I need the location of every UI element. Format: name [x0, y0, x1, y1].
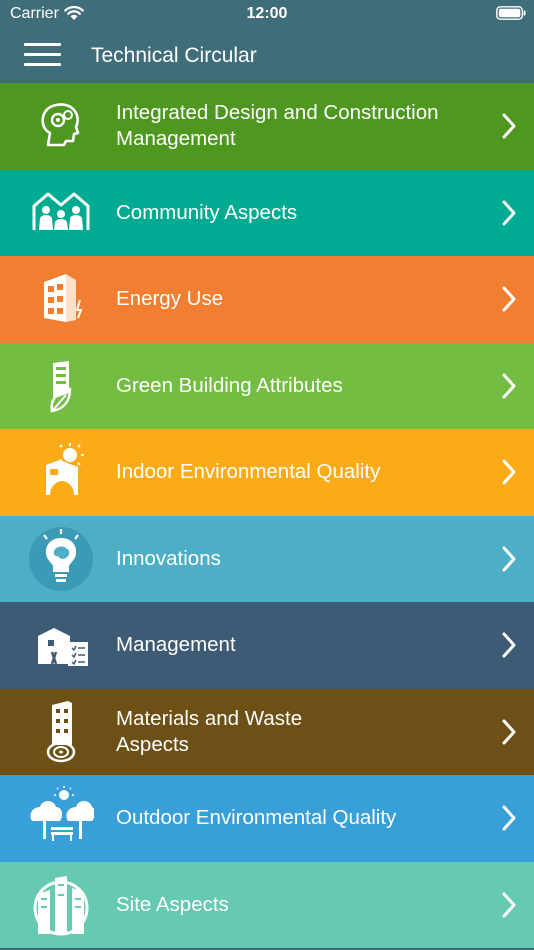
status-bar: Carrier 12:00: [0, 0, 534, 28]
chevron-right-icon: [502, 632, 516, 658]
list-item-label: Energy Use: [116, 287, 224, 311]
list-item-label: Green Building Attributes: [116, 373, 343, 397]
chevron-right-icon: [502, 200, 516, 225]
list-item-label: Integrated Design and Construction Manag…: [116, 101, 439, 150]
city-globe-icon: [33, 875, 89, 935]
list-item-label: Community Aspects: [116, 200, 298, 224]
lightbulb-brain-icon: [29, 526, 93, 591]
building-checklist-icon: [38, 628, 88, 666]
category-list: Integrated Design and Construction Manag…: [0, 83, 534, 948]
list-item-label: Materials and Waste Aspects: [116, 706, 303, 756]
list-item-outdoor-environmental-quality[interactable]: Outdoor Environmental Quality: [0, 775, 534, 862]
battery-icon: [496, 6, 526, 20]
chevron-right-icon: [502, 459, 516, 485]
status-time: 12:00: [246, 5, 288, 22]
list-item-label: Indoor Environmental Quality: [116, 460, 381, 484]
hamburger-menu-icon[interactable]: [24, 43, 61, 67]
list-item-materials-waste[interactable]: Materials and Waste Aspects: [0, 688, 534, 775]
nav-bar: Technical Circular: [0, 28, 534, 83]
trees-bench-icon: [30, 786, 94, 841]
list-item-innovations[interactable]: Innovations: [0, 515, 534, 602]
list-item-label: Site Aspects: [116, 892, 229, 916]
list-item-indoor-environmental-quality[interactable]: Indoor Environmental Quality: [0, 429, 534, 516]
chevron-right-icon: [502, 546, 516, 571]
sun-building-icon: [46, 443, 84, 495]
list-item-site-aspects[interactable]: Site Aspects: [0, 861, 534, 948]
list-item-label: Innovations: [116, 546, 221, 570]
chevron-right-icon: [502, 892, 516, 917]
chevron-right-icon: [502, 805, 516, 831]
list-item-green-building-attributes[interactable]: Green Building Attributes: [0, 342, 534, 429]
chevron-right-icon: [502, 286, 516, 312]
chevron-right-icon: [502, 373, 516, 398]
building-energy-icon: [44, 274, 83, 322]
head-gears-icon: [41, 103, 80, 147]
list-item-community-aspects[interactable]: Community Aspects: [0, 169, 534, 256]
list-item-label: Management: [116, 633, 236, 657]
chevron-right-icon: [502, 719, 516, 744]
page-title: Technical Circular: [91, 44, 257, 67]
list-item-management[interactable]: Management: [0, 602, 534, 689]
building-leaf-icon: [50, 360, 72, 412]
list-item-energy-use[interactable]: Energy Use: [0, 256, 534, 343]
building-log-icon: [46, 700, 76, 762]
chevron-right-icon: [502, 113, 516, 139]
community-people-icon: [32, 192, 90, 230]
list-item-integrated-design[interactable]: Integrated Design and Construction Manag…: [0, 83, 534, 170]
list-item-label: Outdoor Environmental Quality: [116, 806, 397, 830]
